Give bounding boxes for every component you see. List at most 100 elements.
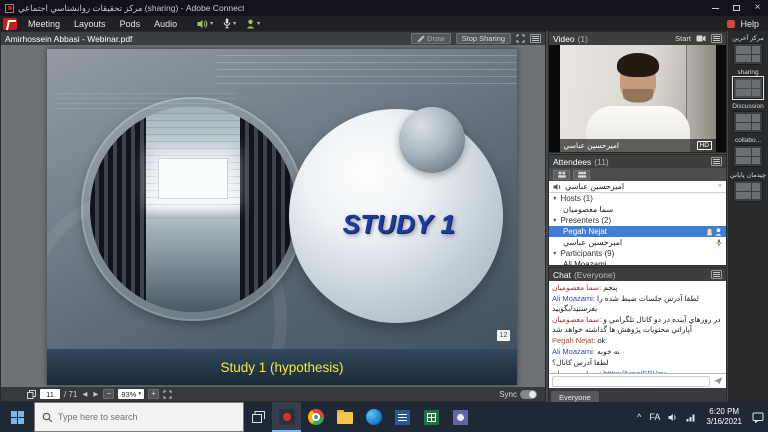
chat-messages: سما معصوميان: پنجم Ali Moazami: لطفا آدر… xyxy=(549,281,726,373)
presenter-beard xyxy=(623,89,653,102)
action-center-button[interactable] xyxy=(748,402,768,432)
participants-section-header[interactable]: ▼ Participants (9) xyxy=(549,248,726,259)
menu-audio[interactable]: Audio xyxy=(147,16,184,31)
volume-button[interactable] xyxy=(664,402,682,432)
zoom-level-dropdown[interactable]: 93% ▾ xyxy=(118,389,144,399)
language-indicator[interactable]: FA xyxy=(645,402,664,432)
maximize-button[interactable] xyxy=(726,0,747,16)
attendees-list: اميرحسين عباسي × ▼ Hosts (1) سما معصوميا… xyxy=(549,181,726,265)
slide-heading: STUDY 1 xyxy=(299,209,499,240)
attendee-row-host[interactable]: سما معصوميان xyxy=(549,204,726,215)
fullscreen-icon[interactable] xyxy=(516,34,525,43)
task-view-button[interactable] xyxy=(244,402,272,432)
system-tray: ^ FA 6:20 PM 3/16/2021 xyxy=(633,402,768,432)
help-area: Help xyxy=(727,19,768,29)
presenters-section-header[interactable]: ▼ Presenters (2) xyxy=(549,215,726,226)
chrome-icon xyxy=(308,409,324,425)
layout-thumbnail xyxy=(733,180,763,202)
prev-page-button[interactable]: ◀ xyxy=(81,390,88,398)
layout-thumbnail xyxy=(733,111,763,133)
layout-item-sharing[interactable]: sharing xyxy=(728,69,768,101)
start-button[interactable] xyxy=(0,402,34,432)
share-pod-header: Amirhossein Abbasi - Webinar.pdf Draw St… xyxy=(1,32,545,45)
page-number-input[interactable]: 11 xyxy=(40,389,60,399)
presenter-name: اميرحسين عباسي xyxy=(564,141,619,150)
pod-options-icon[interactable] xyxy=(711,270,722,279)
speaker-tray-icon xyxy=(668,413,678,422)
taskbar-app-adobe-connect[interactable] xyxy=(272,402,301,432)
network-button[interactable] xyxy=(682,402,700,432)
share-pod: Amirhossein Abbasi - Webinar.pdf Draw St… xyxy=(0,31,546,402)
speaker-control[interactable]: ▾ xyxy=(192,19,218,29)
pod-options-icon[interactable] xyxy=(711,34,722,43)
pencil-icon xyxy=(417,35,425,43)
draw-button[interactable]: Draw xyxy=(411,33,451,44)
collapse-icon[interactable]: × xyxy=(718,183,722,190)
attendees-count: (11) xyxy=(594,157,609,167)
chat-sender: Pegah Nejat xyxy=(552,336,593,345)
search-input[interactable] xyxy=(58,412,236,422)
pages-panel-icon[interactable] xyxy=(27,390,36,399)
attendees-pod-header: Attendees (11) xyxy=(549,155,726,168)
taskbar-app-excel[interactable] xyxy=(417,402,446,432)
taskbar-app-chrome[interactable] xyxy=(301,402,330,432)
attendee-row-participant[interactable]: Ali Moazami xyxy=(549,259,726,265)
layout-item[interactable]: مركز آخرين xyxy=(728,34,768,67)
clock[interactable]: 6:20 PM 3/16/2021 xyxy=(700,407,748,427)
zoom-in-button[interactable]: + xyxy=(148,389,159,399)
chat-sender: Ali Moazami xyxy=(552,347,593,356)
chevron-down-icon: ▾ xyxy=(257,20,260,27)
close-button[interactable]: × xyxy=(747,0,768,16)
menu-pods[interactable]: Pods xyxy=(113,16,148,31)
taskbar-app-file-explorer[interactable] xyxy=(330,402,359,432)
person-status-icon xyxy=(246,19,255,29)
layout-item[interactable]: چيدمان پاياني xyxy=(728,171,768,204)
zoom-out-button[interactable]: − xyxy=(103,389,114,399)
active-speaker-row[interactable]: اميرحسين عباسي × xyxy=(549,181,726,193)
share-pod-title: Amirhossein Abbasi - Webinar.pdf xyxy=(5,34,132,44)
menu-meeting[interactable]: Meeting xyxy=(21,16,67,31)
layout-item-discussion[interactable]: Discussion xyxy=(728,103,768,135)
help-button[interactable]: Help xyxy=(740,19,759,29)
raise-hand-control[interactable]: ▾ xyxy=(241,19,265,29)
hosts-section-header[interactable]: ▼ Hosts (1) xyxy=(549,193,726,204)
attendee-row-presenter[interactable]: اميرحسين عباسي xyxy=(549,237,726,248)
pod-options-icon[interactable] xyxy=(711,157,722,166)
layouts-panel: مركز آخرين sharing Discussion collabo...… xyxy=(728,31,768,402)
chat-input[interactable] xyxy=(552,376,710,387)
video-name-overlay: اميرحسين عباسي HD xyxy=(560,139,716,152)
webcam-icon[interactable] xyxy=(696,35,706,42)
people-group-icon xyxy=(577,171,587,179)
windows-taskbar: ^ FA 6:20 PM 3/16/2021 xyxy=(0,402,768,432)
tray-overflow-button[interactable]: ^ xyxy=(633,402,645,432)
chat-message: سما معصوميان: پنجم xyxy=(552,283,723,293)
microphone-control[interactable]: ▾ xyxy=(218,18,241,29)
chat-text: پنجم xyxy=(603,283,617,292)
triangle-down-icon: ▼ xyxy=(552,218,557,224)
attendee-row-presenter-selected[interactable]: Pegah Nejat xyxy=(549,226,726,237)
menu-layouts[interactable]: Layouts xyxy=(67,16,113,31)
chat-text: نه خوبه xyxy=(597,347,620,356)
fit-page-icon[interactable] xyxy=(163,390,172,399)
pod-options-icon[interactable] xyxy=(530,34,541,43)
taskbar-app-edge[interactable] xyxy=(359,402,388,432)
send-message-icon[interactable] xyxy=(713,377,723,385)
excel-icon xyxy=(424,410,439,425)
chat-text: لطفا آدرس كانال؟ xyxy=(552,358,609,367)
breakout-view-button[interactable] xyxy=(573,170,590,180)
start-webcam-button[interactable]: Start xyxy=(675,34,691,43)
layout-item-collaboration[interactable]: collabo... xyxy=(728,137,768,169)
stop-sharing-button[interactable]: Stop Sharing xyxy=(456,33,511,44)
attendee-view-button[interactable] xyxy=(553,170,570,180)
window-title: مركز تحقيقات روانشناسي اجتماعي (sharing)… xyxy=(18,3,244,14)
minimize-button[interactable] xyxy=(705,0,726,16)
video-count: (1) xyxy=(578,34,588,44)
next-page-button[interactable]: ▶ xyxy=(92,390,99,398)
sync-toggle[interactable] xyxy=(520,390,537,399)
raised-hand-icon xyxy=(706,228,713,236)
taskbar-search[interactable] xyxy=(34,402,244,432)
presenter-hair xyxy=(617,53,659,77)
taskbar-app-teams[interactable] xyxy=(446,402,475,432)
taskbar-app-word[interactable] xyxy=(388,402,417,432)
chat-message: سما معصوميان: در روزهاي آينده در دو كانا… xyxy=(552,315,723,335)
